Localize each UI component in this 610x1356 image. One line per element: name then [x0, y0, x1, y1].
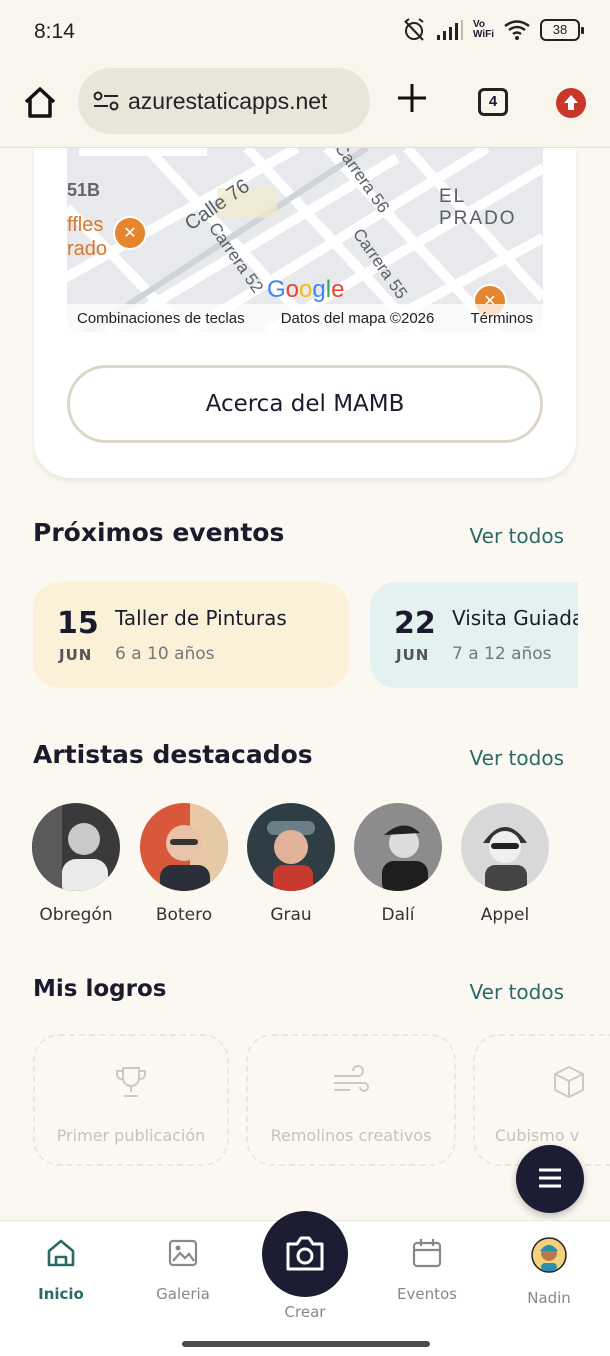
event-card[interactable]: 15 JUN Taller de Pinturas 6 a 10 años [33, 582, 349, 688]
event-month: JUN [396, 646, 430, 664]
restaurant-pin-icon[interactable]: ✕ [113, 216, 147, 250]
nav-item-eventos[interactable]: Eventos [382, 1237, 472, 1303]
achievement-label: Cubismo v [495, 1126, 580, 1145]
alarm-off-icon [404, 18, 424, 41]
achievement-label: Remolinos creativos [270, 1126, 432, 1145]
nav-label: Inicio [38, 1285, 84, 1303]
keyboard-shortcuts-link[interactable]: Combinaciones de teclas [77, 310, 245, 327]
nav-item-galeria[interactable]: Galeria [138, 1237, 228, 1303]
menu-fab-button[interactable] [516, 1145, 584, 1213]
artist-avatar[interactable] [354, 803, 442, 891]
signal-icon [436, 20, 463, 40]
google-logo: Google [267, 276, 345, 303]
artist-item[interactable]: Obregón [31, 803, 121, 925]
create-camera-button[interactable] [262, 1211, 348, 1297]
battery-icon: 38 [540, 19, 584, 41]
home-indicator [182, 1341, 430, 1347]
bottom-navigation: Inicio Galeria Crear Eventos Nadin [0, 1211, 610, 1356]
artist-item[interactable]: Appel [460, 803, 550, 925]
nav-label: Nadin [527, 1289, 571, 1307]
achievements-section-title: Mis logros [33, 976, 167, 1002]
map-label: ffles [67, 214, 104, 236]
map-label: rado [67, 238, 108, 260]
status-icons: Vo WiFi 38 [401, 18, 584, 42]
event-day: 15 [57, 606, 99, 641]
wifi-icon [504, 20, 530, 40]
event-card[interactable]: 22 JUN Visita Guiada 7 a 12 años [370, 582, 578, 688]
nav-item-profile[interactable]: Nadin [504, 1237, 594, 1307]
events-see-all-link[interactable]: Ver todos [470, 524, 564, 548]
home-icon[interactable] [20, 82, 60, 122]
achievement-label: Primer publicación [56, 1126, 206, 1145]
map-data-text: Datos del mapa ©2026 [280, 309, 435, 327]
create-label: Crear [284, 1303, 326, 1321]
artist-name: Botero [155, 905, 213, 925]
url-text[interactable]: azurestaticapps.net [128, 88, 327, 115]
about-mamb-button[interactable]: Acerca del MAMB [67, 365, 543, 443]
artists-see-all-link[interactable]: Ver todos [470, 746, 564, 770]
url-bar[interactable]: azurestaticapps.net [78, 68, 370, 134]
artist-name: Appel [480, 905, 530, 925]
artist-name: Dalí [381, 905, 415, 925]
nav-label: Eventos [397, 1285, 457, 1303]
artist-avatar[interactable] [247, 803, 335, 891]
map-attribution: Combinaciones de teclas Datos del mapa ©… [67, 304, 543, 332]
nav-label: Galeria [156, 1285, 210, 1303]
camera-icon [286, 1236, 324, 1271]
status-bar: 8:14 Vo WiFi 38 [0, 0, 610, 64]
artist-item[interactable]: Grau [246, 803, 336, 925]
event-day: 22 [394, 606, 436, 641]
wind-icon [334, 1065, 369, 1092]
browser-toolbar: azurestaticapps.net 4 [0, 64, 610, 148]
achievement-card[interactable]: Primer publicación [33, 1034, 229, 1166]
event-title: Taller de Pinturas [115, 606, 287, 630]
event-age-range: 7 a 12 años [452, 644, 552, 664]
museum-info-card: 51B ffles rado Calle 76 Carrera 52 Carre… [34, 148, 576, 478]
image-icon [168, 1239, 198, 1267]
map-label: 51B [67, 180, 101, 200]
achievements-see-all-link[interactable]: Ver todos [470, 980, 564, 1004]
avatar-icon [531, 1237, 567, 1273]
artist-item[interactable]: Dalí [353, 803, 443, 925]
event-month: JUN [59, 646, 93, 664]
artist-avatar[interactable] [32, 803, 120, 891]
tab-switcher-button[interactable]: 4 [478, 88, 508, 116]
menu-icon [539, 1168, 561, 1188]
events-section-title: Próximos eventos [33, 518, 285, 547]
event-age-range: 6 a 10 años [115, 644, 215, 664]
status-time: 8:14 [34, 20, 75, 43]
update-icon[interactable] [556, 88, 586, 118]
new-tab-icon[interactable] [394, 80, 430, 116]
terms-link[interactable]: Términos [470, 310, 533, 327]
map-label: EL PRADO [439, 186, 517, 229]
artist-item[interactable]: Botero [139, 803, 229, 925]
home-icon [47, 1239, 75, 1267]
achievement-card[interactable]: Remolinos creativos [246, 1034, 456, 1166]
artist-name: Grau [270, 905, 312, 925]
artist-name: Obregón [39, 905, 113, 925]
cube-icon [554, 1065, 584, 1099]
site-settings-icon[interactable] [92, 89, 120, 113]
calendar-icon [412, 1239, 442, 1268]
vowifi-icon: Vo WiFi [472, 19, 494, 40]
artists-section-title: Artistas destacados [33, 740, 313, 769]
trophy-icon [116, 1067, 146, 1097]
artist-avatar[interactable] [461, 803, 549, 891]
map[interactable]: 51B ffles rado Calle 76 Carrera 52 Carre… [67, 148, 543, 332]
artist-avatar[interactable] [140, 803, 228, 891]
nav-item-inicio[interactable]: Inicio [16, 1237, 106, 1303]
event-title: Visita Guiada [452, 606, 578, 630]
